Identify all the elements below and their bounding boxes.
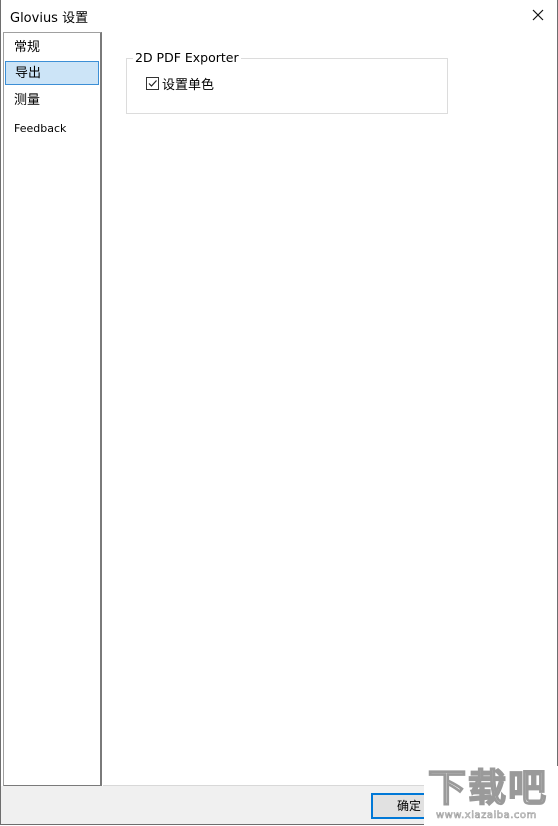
sidebar-item-label: 测量	[14, 93, 41, 108]
checkmark-icon	[148, 80, 157, 87]
sidebar-item-label: 常规	[14, 40, 41, 55]
sidebar-item-measure[interactable]: 测量	[5, 89, 97, 113]
monochrome-checkbox[interactable]	[146, 77, 159, 90]
sidebar-item-export[interactable]: 导出	[5, 61, 99, 85]
monochrome-checkbox-row[interactable]: 设置单色	[146, 74, 214, 93]
sidebar-item-label: 导出	[15, 66, 42, 81]
settings-category-list[interactable]: 常规 导出 测量 Feedback	[3, 32, 102, 787]
settings-panel: 2D PDF Exporter 设置单色	[103, 32, 555, 786]
window-title: Glovius 设置	[10, 11, 89, 26]
title-bar: Glovius 设置	[1, 0, 557, 31]
sidebar-item-feedback[interactable]: Feedback	[5, 117, 97, 141]
pdf-exporter-group: 2D PDF Exporter 设置单色	[126, 50, 448, 114]
close-icon	[532, 9, 544, 21]
monochrome-label: 设置单色	[162, 78, 215, 93]
sidebar-item-label: Feedback	[14, 122, 67, 135]
close-button[interactable]	[527, 5, 549, 25]
watermark: 下载吧 www.xiazaiba.com	[424, 765, 558, 826]
sidebar-item-general[interactable]: 常规	[5, 36, 97, 60]
settings-dialog: Glovius 设置 常规 导出 测量 Feedback 2D PDF Expo…	[0, 0, 558, 825]
watermark-url: www.xiazaiba.com	[436, 810, 537, 822]
watermark-logo: 下载吧	[427, 765, 549, 811]
group-title: 2D PDF Exporter	[133, 50, 241, 66]
